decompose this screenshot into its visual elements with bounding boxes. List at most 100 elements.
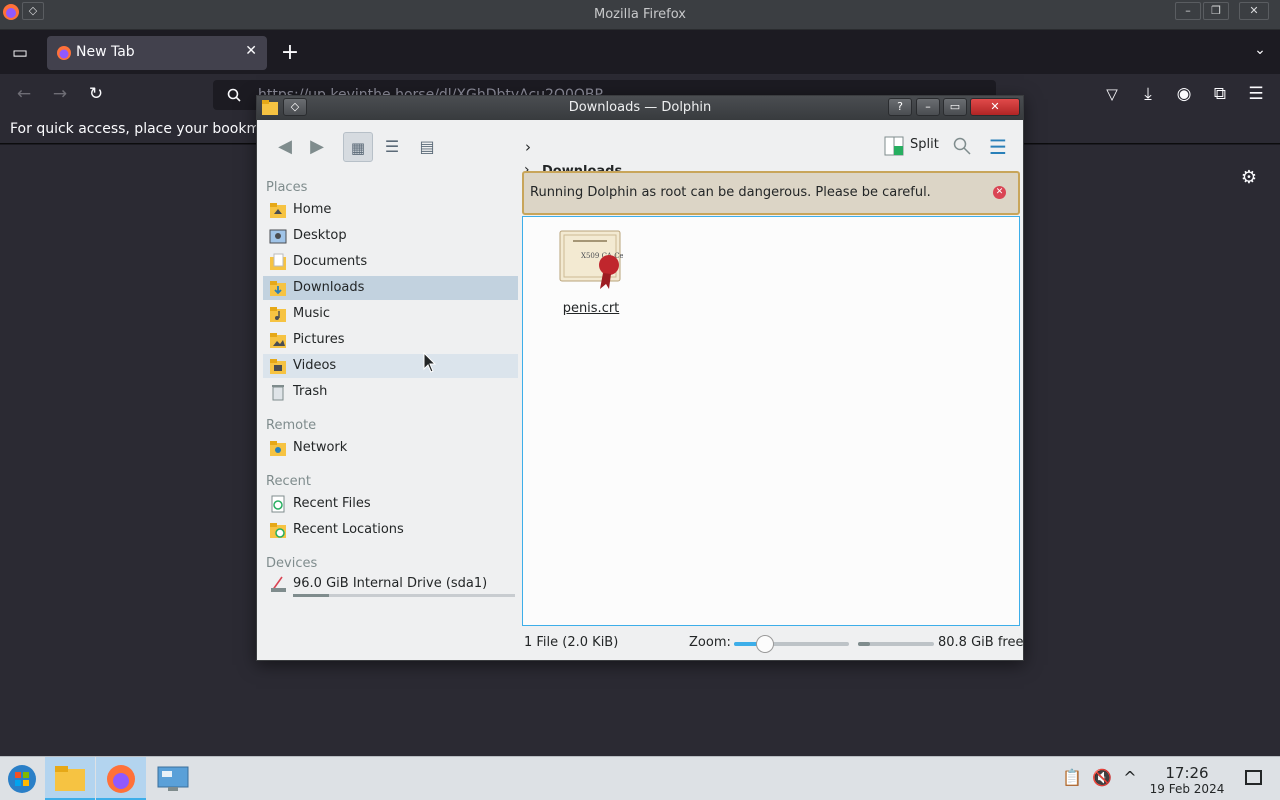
free-space-bar bbox=[858, 642, 934, 646]
firefox-view-icon[interactable]: ▭ bbox=[10, 43, 30, 63]
close-window-button[interactable]: ✕ bbox=[1239, 2, 1269, 20]
free-space-label: 80.8 GiB free bbox=[938, 635, 1024, 650]
tab-title: New Tab bbox=[76, 44, 135, 60]
pocket-icon[interactable]: ▽ bbox=[1102, 85, 1122, 103]
clock-time: 17:26 bbox=[1165, 764, 1209, 782]
videos-folder-icon bbox=[270, 359, 286, 374]
sidebar-item-label: Recent Locations bbox=[293, 522, 404, 537]
sidebar-item-label: Music bbox=[293, 306, 330, 321]
section-places: Places bbox=[266, 180, 308, 195]
sidebar-item-label: Network bbox=[293, 440, 348, 455]
dolphin-close-button[interactable]: ✕ bbox=[970, 98, 1020, 116]
split-button[interactable]: Split bbox=[884, 133, 944, 159]
sidebar-item-label: Downloads bbox=[293, 280, 365, 295]
trash-icon bbox=[272, 385, 284, 401]
maximize-button[interactable]: ❐ bbox=[1203, 2, 1229, 20]
sidebar-item-internal-drive[interactable]: 96.0 GiB Internal Drive (sda1) bbox=[263, 572, 518, 600]
details-view-button[interactable]: ▤ bbox=[412, 132, 442, 162]
reload-icon[interactable]: ↻ bbox=[86, 84, 106, 104]
icons-view-button[interactable]: ▦ bbox=[343, 132, 373, 162]
dolphin-titlebar: ◇ Downloads — Dolphin ? – ▭ ✕ bbox=[257, 96, 1023, 120]
forward-icon[interactable]: → bbox=[50, 84, 70, 104]
free-space-fill bbox=[858, 642, 871, 646]
hamburger-menu-icon[interactable]: ☰ bbox=[983, 132, 1013, 162]
tab-new-tab[interactable]: New Tab ✕ bbox=[47, 36, 267, 70]
recent-files-icon bbox=[271, 495, 285, 513]
zoom-slider-handle[interactable] bbox=[756, 635, 775, 653]
window-title: Mozilla Firefox bbox=[594, 7, 686, 22]
show-desktop-button[interactable] bbox=[1245, 770, 1262, 785]
sidebar-item-recent-locations[interactable]: Recent Locations bbox=[263, 518, 518, 542]
places-panel: Places Home Desktop Documents Downloads … bbox=[260, 174, 518, 658]
help-button[interactable]: ? bbox=[888, 98, 912, 116]
clock[interactable]: 17:26 19 Feb 2024 bbox=[1145, 764, 1229, 796]
home-folder-icon bbox=[270, 203, 286, 218]
mouse-cursor-icon bbox=[423, 352, 437, 373]
minimize-button[interactable]: – bbox=[1175, 2, 1201, 20]
network-folder-icon bbox=[270, 441, 286, 456]
sidebar-item-documents[interactable]: Documents bbox=[263, 250, 518, 274]
drive-usage-fill bbox=[293, 594, 329, 597]
sidebar-item-desktop[interactable]: Desktop bbox=[263, 224, 518, 248]
taskbar-dolphin[interactable] bbox=[45, 757, 95, 800]
application-launcher[interactable] bbox=[0, 757, 50, 800]
sidebar-item-trash[interactable]: Trash bbox=[263, 380, 518, 404]
section-remote: Remote bbox=[266, 418, 317, 433]
taskbar-firefox[interactable] bbox=[96, 757, 146, 800]
find-icon[interactable] bbox=[953, 137, 971, 155]
downloads-icon[interactable]: ⤓ bbox=[1138, 84, 1158, 104]
dismiss-warning-icon[interactable]: ✕ bbox=[993, 186, 1006, 199]
sidebar-item-label: Documents bbox=[293, 254, 368, 269]
compact-view-button[interactable]: ☰ bbox=[377, 132, 407, 162]
split-view-icon bbox=[884, 136, 904, 156]
extensions-icon[interactable]: ⧉ bbox=[1210, 84, 1230, 104]
taskbar: 📋 🔇 ^ 17:26 19 Feb 2024 bbox=[0, 756, 1280, 800]
dolphin-window: ◇ Downloads — Dolphin ? – ▭ ✕ ◀ ▶ ▦ ☰ ▤ … bbox=[256, 95, 1024, 661]
forward-arrow-icon[interactable]: ▶ bbox=[302, 132, 332, 162]
sidebar-item-label: Recent Files bbox=[293, 496, 371, 511]
status-bar: 1 File (2.0 KiB) Zoom: 80.8 GiB free bbox=[522, 628, 1024, 658]
file-view[interactable]: X509 CA Cert penis.crt bbox=[522, 216, 1020, 626]
file-count: 1 File (2.0 KiB) bbox=[524, 635, 619, 650]
show-hidden-icons-chevron-icon[interactable]: ^ bbox=[1121, 768, 1139, 787]
system-settings-icon bbox=[157, 766, 189, 791]
zoom-label: Zoom: bbox=[689, 635, 731, 650]
back-arrow-icon[interactable]: ◀ bbox=[270, 132, 300, 162]
back-icon[interactable]: ← bbox=[14, 84, 34, 104]
sidebar-item-label: Home bbox=[293, 202, 332, 217]
dolphin-maximize-button[interactable]: ▭ bbox=[943, 98, 967, 116]
section-devices: Devices bbox=[266, 556, 318, 571]
sidebar-item-music[interactable]: Music bbox=[263, 302, 518, 326]
warning-text: Running Dolphin as root can be dangerous… bbox=[530, 185, 931, 200]
account-icon[interactable]: ◉ bbox=[1174, 84, 1194, 104]
volume-muted-icon[interactable]: 🔇 bbox=[1092, 768, 1112, 787]
dolphin-minimize-button[interactable]: – bbox=[916, 98, 940, 116]
sidebar-item-videos[interactable]: Videos bbox=[263, 354, 518, 378]
sidebar-item-label: Trash bbox=[293, 384, 328, 399]
breadcrumb-separator-icon: › bbox=[525, 138, 531, 156]
taskbar-system-settings[interactable] bbox=[148, 757, 198, 800]
sidebar-item-label: Desktop bbox=[293, 228, 347, 243]
menu-icon[interactable]: ☰ bbox=[1246, 84, 1266, 104]
dolphin-toolbar: ◀ ▶ ▦ ☰ ▤ › Downloads Split ☰ bbox=[257, 120, 1023, 179]
sidebar-item-label: Pictures bbox=[293, 332, 345, 347]
sidebar-item-network[interactable]: Network bbox=[263, 436, 518, 460]
new-tab-button[interactable]: + bbox=[279, 40, 301, 65]
tab-close-icon[interactable]: ✕ bbox=[245, 43, 257, 59]
zoom-slider[interactable] bbox=[734, 635, 849, 653]
firefox-tab-icon bbox=[57, 46, 71, 60]
clock-date: 19 Feb 2024 bbox=[1149, 782, 1225, 796]
clipboard-icon[interactable]: 📋 bbox=[1062, 768, 1082, 787]
sidebar-item-label: 96.0 GiB Internal Drive (sda1) bbox=[293, 576, 488, 591]
list-tabs-chevron-icon[interactable]: ⌄ bbox=[1250, 42, 1270, 58]
drive-usage-bar bbox=[293, 594, 515, 597]
sidebar-item-downloads[interactable]: Downloads bbox=[263, 276, 518, 300]
certificate-icon: X509 CA Cert bbox=[559, 230, 623, 289]
sidebar-item-pictures[interactable]: Pictures bbox=[263, 328, 518, 352]
sidebar-item-recent-files[interactable]: Recent Files bbox=[263, 492, 518, 516]
settings-gear-icon[interactable]: ⚙ bbox=[1238, 167, 1260, 188]
firefox-titlebar: ◇ Mozilla Firefox – ❐ ✕ bbox=[0, 0, 1280, 30]
sidebar-item-home[interactable]: Home bbox=[263, 198, 518, 222]
documents-folder-icon bbox=[270, 253, 286, 270]
dolphin-folder-icon bbox=[55, 766, 85, 791]
